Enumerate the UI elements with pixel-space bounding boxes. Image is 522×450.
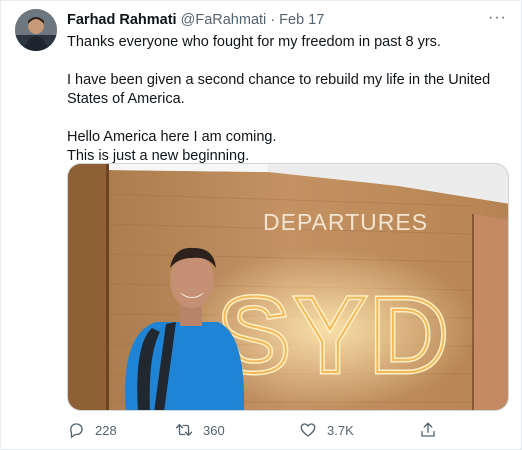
sign-departures: DEPARTURES: [263, 209, 428, 235]
like-icon: [300, 423, 316, 437]
more-icon[interactable]: ···: [488, 9, 507, 27]
like-button[interactable]: 3.7K: [299, 421, 354, 439]
avatar[interactable]: [15, 9, 57, 51]
tweet-card[interactable]: Farhad Rahmati @FaRahmati · Feb 17 ··· T…: [0, 0, 522, 450]
share-icon: [421, 422, 435, 437]
retweet-icon: [175, 424, 193, 436]
tweet-line: Hello America here I am coming.: [67, 129, 277, 145]
author-name[interactable]: Farhad Rahmati: [67, 12, 177, 28]
separator-dot: ·: [270, 12, 276, 28]
tweet-line: I have been given a second chance to reb…: [67, 72, 491, 107]
retweet-button[interactable]: 360: [175, 421, 225, 439]
reply-icon: [70, 423, 83, 439]
avatar-image: [15, 9, 57, 51]
tweet-line: Thanks everyone who fought for my freedo…: [67, 34, 441, 50]
author-handle[interactable]: @FaRahmati: [181, 12, 267, 28]
retweet-count: 360: [203, 422, 225, 438]
tweet-header: Farhad Rahmati @FaRahmati · Feb 17: [67, 11, 324, 29]
airport-photo: DEPARTURES SYD SYD: [68, 164, 508, 410]
tweet-text: Thanks everyone who fought for my freedo…: [67, 33, 507, 166]
reply-button[interactable]: 228: [67, 421, 117, 439]
tweet-photo[interactable]: DEPARTURES SYD SYD: [67, 163, 509, 411]
like-count: 3.7K: [327, 422, 354, 438]
tweet-date[interactable]: Feb 17: [279, 12, 324, 28]
sign-syd-inner: SYD: [218, 274, 452, 395]
share-button[interactable]: [419, 421, 437, 439]
action-bar: 228 360 3.7K: [67, 421, 507, 443]
reply-count: 228: [95, 422, 117, 438]
